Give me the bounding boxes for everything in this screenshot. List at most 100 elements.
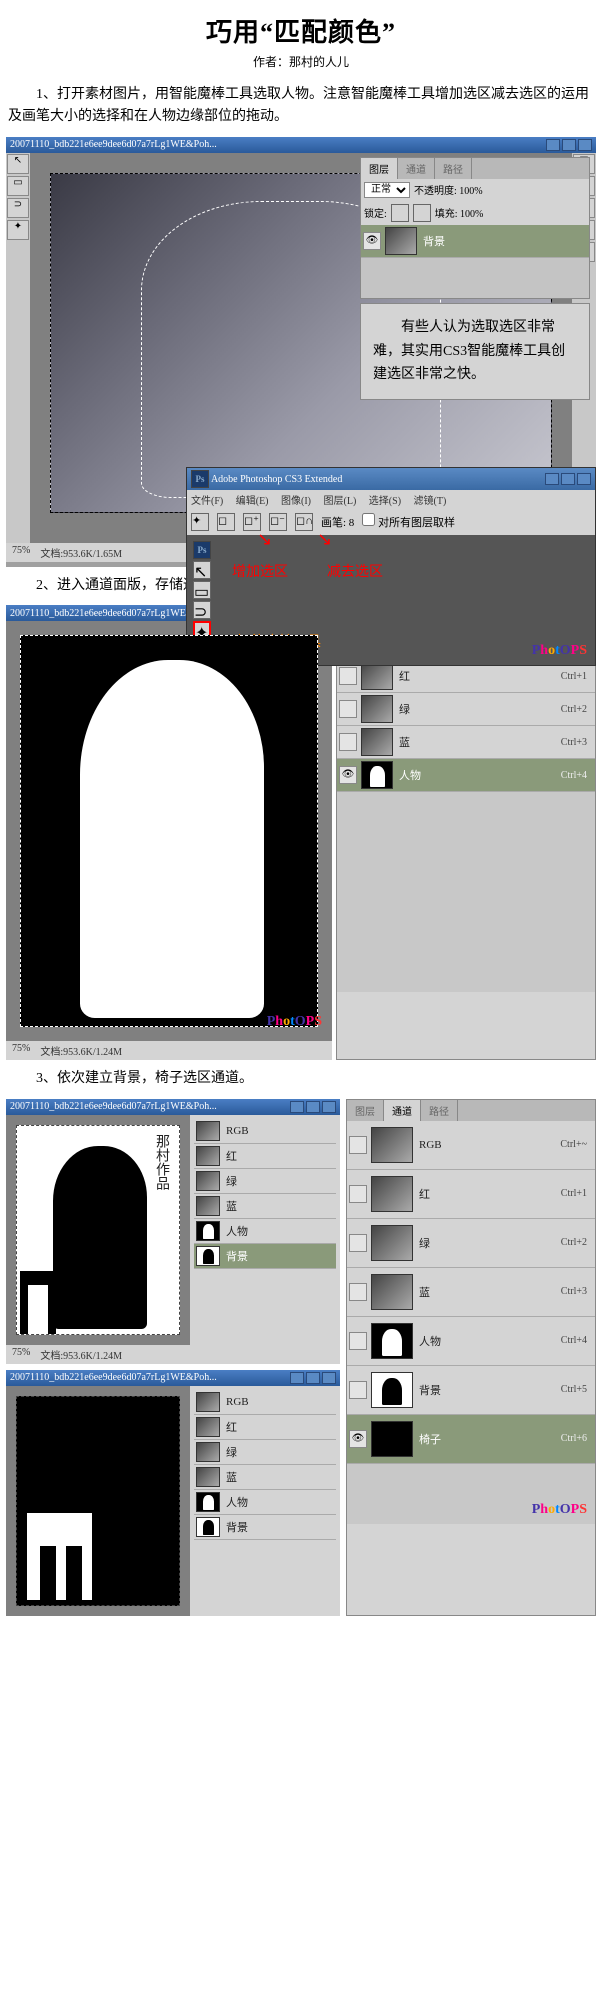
figure-1: 20071110_bdb221e6ee9dee6d07a7rLg1WE&Poh.… [6, 137, 596, 567]
minimize-button[interactable] [545, 473, 559, 485]
canvas-area [6, 621, 332, 1041]
blend-mode-select[interactable]: 正常 [364, 182, 410, 198]
channel-row[interactable]: RGB [194, 1390, 336, 1415]
channel-red[interactable]: 红Ctrl+1 [347, 1170, 595, 1219]
zoom-value: 75% [12, 1043, 30, 1058]
mini-channels-panel: RGB 红 绿 蓝 人物 背景 [190, 1386, 340, 1616]
channel-row[interactable]: 蓝 [194, 1194, 336, 1219]
maximize-button[interactable] [561, 473, 575, 485]
figure-2: 20071110_bdb221e6ee9dee6d07a7rLg1WE&Poh.… [6, 605, 596, 1060]
canvas-area [6, 1386, 190, 1616]
move-tool-icon[interactable]: ↖ [7, 154, 29, 174]
visibility-icon[interactable]: 👁 [363, 232, 381, 250]
brush-size-label: 画笔: 8 [321, 514, 354, 530]
opacity-label: 不透明度: 100% [414, 182, 483, 197]
photops-logo: PhotOPS [267, 1014, 322, 1030]
channel-person[interactable]: 👁人物Ctrl+4 [337, 759, 595, 792]
channel-green[interactable]: 绿Ctrl+2 [347, 1219, 595, 1268]
move-tool-icon[interactable]: ↖ [193, 561, 211, 579]
channel-thumb [361, 695, 393, 723]
layer-row-bg[interactable]: 👁 背景 [361, 225, 589, 258]
channel-row[interactable]: 人物 [194, 1490, 336, 1515]
chair-shape [20, 1271, 56, 1333]
visibility-icon[interactable] [339, 733, 357, 751]
menu-file[interactable]: 文件(F) [191, 496, 223, 507]
intersect-sel-icon[interactable]: ◻∩ [295, 513, 313, 531]
arrow-icon: ↘ [317, 529, 332, 550]
menu-filter[interactable]: 滤镜(T) [414, 496, 447, 507]
tab-paths[interactable]: 路径 [421, 1100, 458, 1121]
menu-layer[interactable]: 图层(L) [324, 496, 357, 507]
lock-label: 锁定: [364, 205, 387, 220]
visibility-icon[interactable] [339, 700, 357, 718]
menu-select[interactable]: 选择(S) [369, 496, 401, 507]
channel-row[interactable]: 绿 [194, 1440, 336, 1465]
channel-row[interactable]: 红 [194, 1144, 336, 1169]
channel-row[interactable]: 绿 [194, 1169, 336, 1194]
window-titlebar: 20071110_bdb221e6ee9dee6d07a7rLg1WE&Poh.… [6, 137, 596, 153]
ps-menubar: 文件(F) 编辑(E) 图像(I) 图层(L) 选择(S) 滤镜(T) [187, 490, 595, 509]
tab-layers[interactable]: 图层 [347, 1100, 384, 1121]
tab-channels[interactable]: 通道 [384, 1100, 421, 1121]
marquee-tool-icon[interactable]: ▭ [193, 581, 211, 599]
tip-text: 有些人认为选取选区非常难，其实用CS3智能魔棒工具创建选区非常之快。 [360, 303, 590, 400]
mini-channels-panel: RGB 红 绿 蓝 人物 背景 [190, 1115, 340, 1345]
lasso-tool-icon[interactable]: ⊃ [193, 601, 211, 619]
mini-ps-window-2: 20071110_bdb221e6ee9dee6d07a7rLg1WE&Poh.… [6, 1370, 340, 1616]
menu-image[interactable]: 图像(I) [281, 496, 311, 507]
tab-channels[interactable]: 通道 [398, 158, 435, 179]
sub-selection-label: 减去选区 [327, 561, 383, 581]
doc-size: 文档:953.6K/1.24M [40, 1043, 122, 1058]
window-title: 20071110_bdb221e6ee9dee6d07a7rLg1WE&Poh.… [10, 139, 217, 150]
channel-row[interactable]: 人物 [194, 1219, 336, 1244]
marquee-tool-icon[interactable]: ▭ [7, 176, 29, 196]
tab-layers[interactable]: 图层 [361, 158, 398, 179]
magic-wand-icon[interactable]: ✦ [191, 513, 209, 531]
visibility-icon[interactable] [339, 667, 357, 685]
arrow-icon: ↘ [257, 529, 272, 550]
layers-panel: 图层 通道 路径 正常 不透明度: 100% 锁定: 填充: 100% 👁 背景 [360, 157, 590, 299]
channel-green[interactable]: 绿Ctrl+2 [337, 693, 595, 726]
photops-logo: PhotOPS [532, 1502, 587, 1518]
channel-chair[interactable]: 👁椅子Ctrl+6 [347, 1415, 595, 1464]
sample-all-check[interactable]: 对所有图层取样 [362, 513, 455, 530]
toolbox-left: ↖ ▭ ⊃ ✦ [6, 153, 30, 543]
lasso-tool-icon[interactable]: ⊃ [7, 198, 29, 218]
maximize-button[interactable] [562, 139, 576, 151]
channel-row[interactable]: 红 [194, 1415, 336, 1440]
channel-row[interactable]: RGB [194, 1119, 336, 1144]
tab-paths[interactable]: 路径 [435, 158, 472, 179]
figure-3: 20071110_bdb221e6ee9dee6d07a7rLg1WE&Poh.… [6, 1099, 596, 1616]
visibility-icon[interactable]: 👁 [339, 766, 357, 784]
channel-blue[interactable]: 蓝Ctrl+3 [347, 1268, 595, 1317]
channel-rgb[interactable]: RGBCtrl+~ [347, 1121, 595, 1170]
channel-thumb [361, 761, 393, 789]
minimize-button[interactable] [546, 139, 560, 151]
wand-tool-icon[interactable]: ✦ [7, 220, 29, 240]
lock-trans-icon[interactable] [391, 204, 409, 222]
fill-label: 填充: 100% [435, 205, 484, 220]
channel-thumb [361, 662, 393, 690]
ps-window-title: Adobe Photoshop CS3 Extended [211, 474, 342, 485]
layer-thumb [385, 227, 417, 255]
lock-pixel-icon[interactable] [413, 204, 431, 222]
ps-app-icon: Ps [191, 470, 209, 488]
silhouette-black [53, 1146, 147, 1329]
chair-white-shape [27, 1513, 92, 1600]
close-button[interactable] [578, 139, 592, 151]
close-button[interactable] [577, 473, 591, 485]
channels-panel: 图层 通道 路径 RGBCtrl+~ 红Ctrl+1 绿Ctrl+2 蓝Ctrl… [336, 605, 596, 1060]
channel-person[interactable]: 人物Ctrl+4 [347, 1317, 595, 1366]
layer-controls: 正常 不透明度: 100% [361, 179, 589, 201]
new-sel-icon[interactable]: ◻ [217, 513, 235, 531]
channel-row[interactable]: 背景 [194, 1244, 336, 1269]
menu-edit[interactable]: 编辑(E) [236, 496, 269, 507]
channel-row[interactable]: 蓝 [194, 1465, 336, 1490]
channel-blue[interactable]: 蓝Ctrl+3 [337, 726, 595, 759]
ps-tool-icon: Ps [193, 541, 211, 559]
step-3-text: 3、依次建立背景，椅子选区通道。 [0, 1064, 602, 1094]
window-controls [546, 139, 592, 151]
channel-background[interactable]: 背景Ctrl+5 [347, 1366, 595, 1415]
channel-row[interactable]: 背景 [194, 1515, 336, 1540]
window-title: 20071110_bdb221e6ee9dee6d07a7rLg1WE&Poh.… [10, 1101, 217, 1112]
